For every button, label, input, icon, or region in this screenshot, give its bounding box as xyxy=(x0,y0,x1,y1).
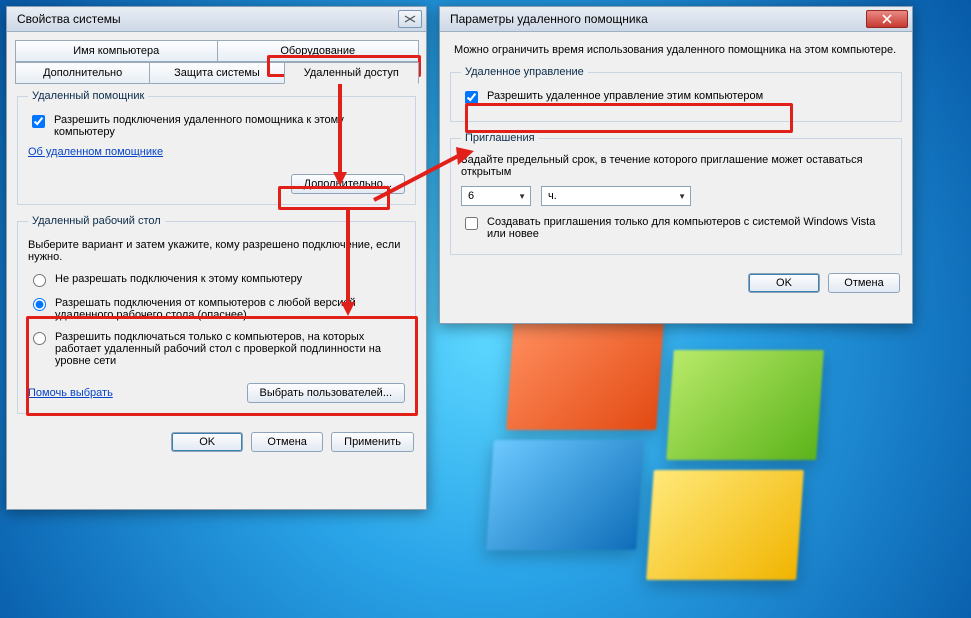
fieldset-remote-assistant: Удаленный помощник Разрешить подключения… xyxy=(17,90,416,205)
radio-allow-any-row[interactable]: Разрешать подключения от компьютеров с л… xyxy=(28,297,405,321)
checkbox-vista[interactable] xyxy=(465,217,478,230)
select-duration-number-value: 6 xyxy=(468,190,474,202)
legend-remote-assistant: Удаленный помощник xyxy=(28,90,148,102)
cancel-button[interactable]: Отмена xyxy=(828,273,900,293)
checkbox-allow-control-label: Разрешить удаленное управление этим комп… xyxy=(487,90,763,102)
titlebar: Свойства системы xyxy=(7,7,426,32)
fieldset-remote-control: Удаленное управление Разрешить удаленное… xyxy=(450,66,902,122)
radio-dont-allow-row[interactable]: Не разрешать подключения к этому компьют… xyxy=(28,273,405,287)
radio-allow-any[interactable] xyxy=(33,298,46,311)
checkbox-allow-control[interactable] xyxy=(465,91,478,104)
fieldset-invitations: Приглашения Задайте предельный срок, в т… xyxy=(450,132,902,255)
tab-system-protection[interactable]: Защита системы xyxy=(149,62,284,84)
tab-remote[interactable]: Удаленный доступ xyxy=(284,62,419,84)
remote-assistant-params-window: Параметры удаленного помощника Можно огр… xyxy=(439,6,913,324)
legend-invitations: Приглашения xyxy=(461,132,539,144)
checkbox-allow-ra-label: Разрешить подключения удаленного помощни… xyxy=(54,114,405,138)
checkbox-allow-ra-row[interactable]: Разрешить подключения удаленного помощни… xyxy=(28,114,405,138)
select-duration-unit[interactable]: ч. ▼ xyxy=(541,186,691,206)
chevron-down-icon: ▼ xyxy=(518,192,526,201)
system-properties-window: Свойства системы Имя компьютера Оборудов… xyxy=(6,6,427,510)
intro-text: Можно ограничить время использования уда… xyxy=(440,32,912,60)
legend-remote-control: Удаленное управление xyxy=(461,66,588,78)
radio-allow-nla-label: Разрешить подключаться только с компьюте… xyxy=(55,331,405,367)
ok-button[interactable]: OK xyxy=(171,432,243,452)
checkbox-allow-ra[interactable] xyxy=(32,115,45,128)
window-title: Параметры удаленного помощника xyxy=(450,12,648,26)
checkbox-allow-control-row[interactable]: Разрешить удаленное управление этим комп… xyxy=(461,90,891,107)
chevron-down-icon: ▼ xyxy=(678,192,686,201)
close-icon[interactable] xyxy=(866,10,908,28)
radio-allow-any-label: Разрешать подключения от компьютеров с л… xyxy=(55,297,405,321)
link-help-choose[interactable]: Помочь выбрать xyxy=(28,387,113,399)
remote-desktop-intro: Выберите вариант и затем укажите, кому р… xyxy=(28,239,405,263)
apply-button[interactable]: Применить xyxy=(331,432,414,452)
tab-computer-name[interactable]: Имя компьютера xyxy=(15,40,218,62)
window-title: Свойства системы xyxy=(17,12,121,26)
checkbox-vista-label: Создавать приглашения только для компьют… xyxy=(487,216,891,240)
tab-advanced[interactable]: Дополнительно xyxy=(15,62,150,84)
select-duration-unit-value: ч. xyxy=(548,190,557,202)
select-duration-number[interactable]: 6 ▼ xyxy=(461,186,531,206)
link-about-ra[interactable]: Об удаленном помощнике xyxy=(28,146,163,158)
cancel-button[interactable]: Отмена xyxy=(251,432,323,452)
ok-button[interactable]: OK xyxy=(748,273,820,293)
select-users-button[interactable]: Выбрать пользователей... xyxy=(247,383,406,403)
radio-allow-nla-row[interactable]: Разрешить подключаться только с компьюте… xyxy=(28,331,405,367)
radio-allow-nla[interactable] xyxy=(33,332,46,345)
legend-remote-desktop: Удаленный рабочий стол xyxy=(28,215,165,227)
checkbox-vista-row[interactable]: Создавать приглашения только для компьют… xyxy=(461,216,891,240)
radio-dont-allow-label: Не разрешать подключения к этому компьют… xyxy=(55,273,302,285)
advanced-button[interactable]: Дополнительно... xyxy=(291,174,405,194)
tab-hardware[interactable]: Оборудование xyxy=(217,40,420,62)
titlebar: Параметры удаленного помощника xyxy=(440,7,912,32)
windows-logo xyxy=(510,320,870,600)
dialog-buttons: OK Отмена Применить xyxy=(7,424,426,464)
invitations-text: Задайте предельный срок, в течение котор… xyxy=(461,154,891,178)
dialog-buttons: OK Отмена xyxy=(440,265,912,305)
radio-dont-allow[interactable] xyxy=(33,274,46,287)
tabs-row-1: Имя компьютера Оборудование xyxy=(15,40,418,62)
fieldset-remote-desktop: Удаленный рабочий стол Выберите вариант … xyxy=(17,215,416,414)
close-icon[interactable] xyxy=(398,10,422,28)
tabs-row-2: Дополнительно Защита системы Удаленный д… xyxy=(15,62,418,84)
